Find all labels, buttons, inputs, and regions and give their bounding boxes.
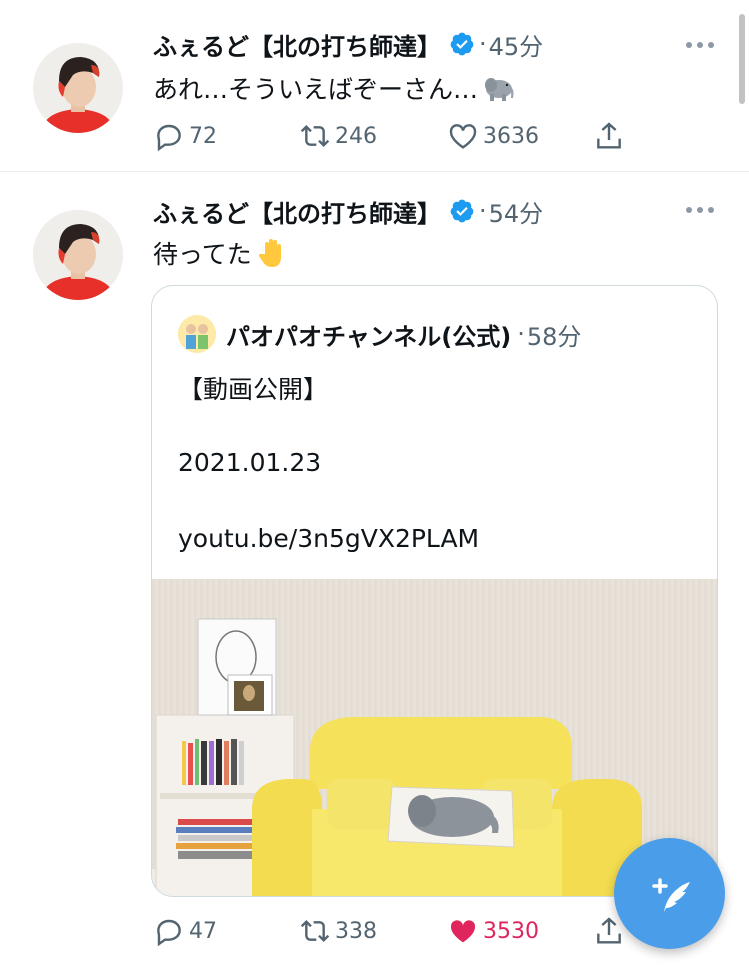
scrollbar[interactable]: [739, 14, 745, 104]
like-icon: [449, 124, 477, 149]
verified-icon: [450, 32, 474, 56]
share-icon: [597, 122, 621, 149]
tweet-actions: 47 338 3530: [153, 913, 643, 949]
timestamp[interactable]: 54分: [489, 194, 544, 229]
reply-icon: [157, 919, 181, 947]
separator-dot: ·: [479, 197, 487, 225]
tweet-actions: 72 246 3636: [153, 118, 643, 154]
author-name[interactable]: ふぇるど【北の打ち師達】: [153, 194, 441, 229]
tweet-header: ふぇるど【北の打ち師達】 · 54分: [153, 194, 543, 228]
retweet-count: 246: [335, 123, 377, 149]
quoted-author-name[interactable]: パオパオチャンネル(公式): [226, 317, 511, 352]
tweet-header: ふぇるど【北の打ち師達】 · 45分: [153, 27, 543, 61]
compose-tweet-button[interactable]: [614, 838, 725, 949]
retweet-count: 338: [335, 918, 377, 944]
quoted-timestamp[interactable]: 58分: [527, 317, 582, 352]
like-icon: [450, 920, 476, 943]
more-icon[interactable]: [685, 206, 715, 214]
share-button[interactable]: [593, 120, 625, 152]
reply-icon: [157, 124, 181, 152]
retweet-icon: [300, 124, 330, 148]
elephant-emoji: [485, 78, 514, 101]
tweet[interactable]: ふぇるど【北の打ち師達】 · 54分 待ってた パオパオチャンネル(公式) ·: [0, 173, 749, 965]
retweet-icon: [300, 919, 330, 943]
retweet-button[interactable]: 246: [299, 120, 377, 152]
quoted-tweet-header: パオパオチャンネル(公式) · 58分: [178, 314, 581, 354]
avatar[interactable]: [178, 315, 216, 353]
tweet-text: あれ…そういえばぞーさん…: [153, 70, 516, 106]
tweet-text-content: 待ってた: [153, 240, 252, 269]
tweet[interactable]: ふぇるど【北の打ち師達】 · 45分 あれ…そういえばぞーさん… 72 246: [0, 0, 749, 172]
author-name[interactable]: ふぇるど【北の打ち師達】: [153, 27, 441, 62]
reply-button[interactable]: 72: [153, 120, 217, 152]
raised-hand-emoji: [258, 239, 281, 267]
avatar[interactable]: [33, 43, 123, 133]
verified-icon: [450, 199, 474, 223]
timestamp[interactable]: 45分: [489, 27, 544, 62]
reply-count: 72: [189, 123, 217, 149]
like-count: 3636: [483, 123, 539, 149]
like-count: 3530: [483, 918, 539, 944]
tweet-text-content: あれ…そういえばぞーさん…: [153, 75, 479, 104]
like-button[interactable]: 3636: [447, 120, 539, 152]
compose-tweet-icon: [651, 877, 690, 912]
avatar[interactable]: [33, 210, 123, 300]
like-button[interactable]: 3530: [447, 915, 539, 947]
room-with-yellow-sofa-photo[interactable]: [152, 579, 717, 896]
quoted-text-line: 【動画公開】: [178, 375, 329, 404]
quoted-text-line: 2021.01.23: [178, 448, 322, 477]
quoted-link[interactable]: youtu.be/3n5gVX2PLAM: [178, 524, 479, 553]
reply-button[interactable]: 47: [153, 915, 217, 947]
tweet-text: 待ってた: [153, 235, 290, 271]
quoted-tweet[interactable]: パオパオチャンネル(公式) · 58分 【動画公開】 2021.01.23 yo…: [151, 285, 718, 897]
retweet-button[interactable]: 338: [299, 915, 377, 947]
separator-dot: ·: [479, 30, 487, 58]
separator-dot: ·: [517, 320, 525, 348]
more-icon[interactable]: [685, 41, 715, 49]
reply-count: 47: [189, 918, 217, 944]
